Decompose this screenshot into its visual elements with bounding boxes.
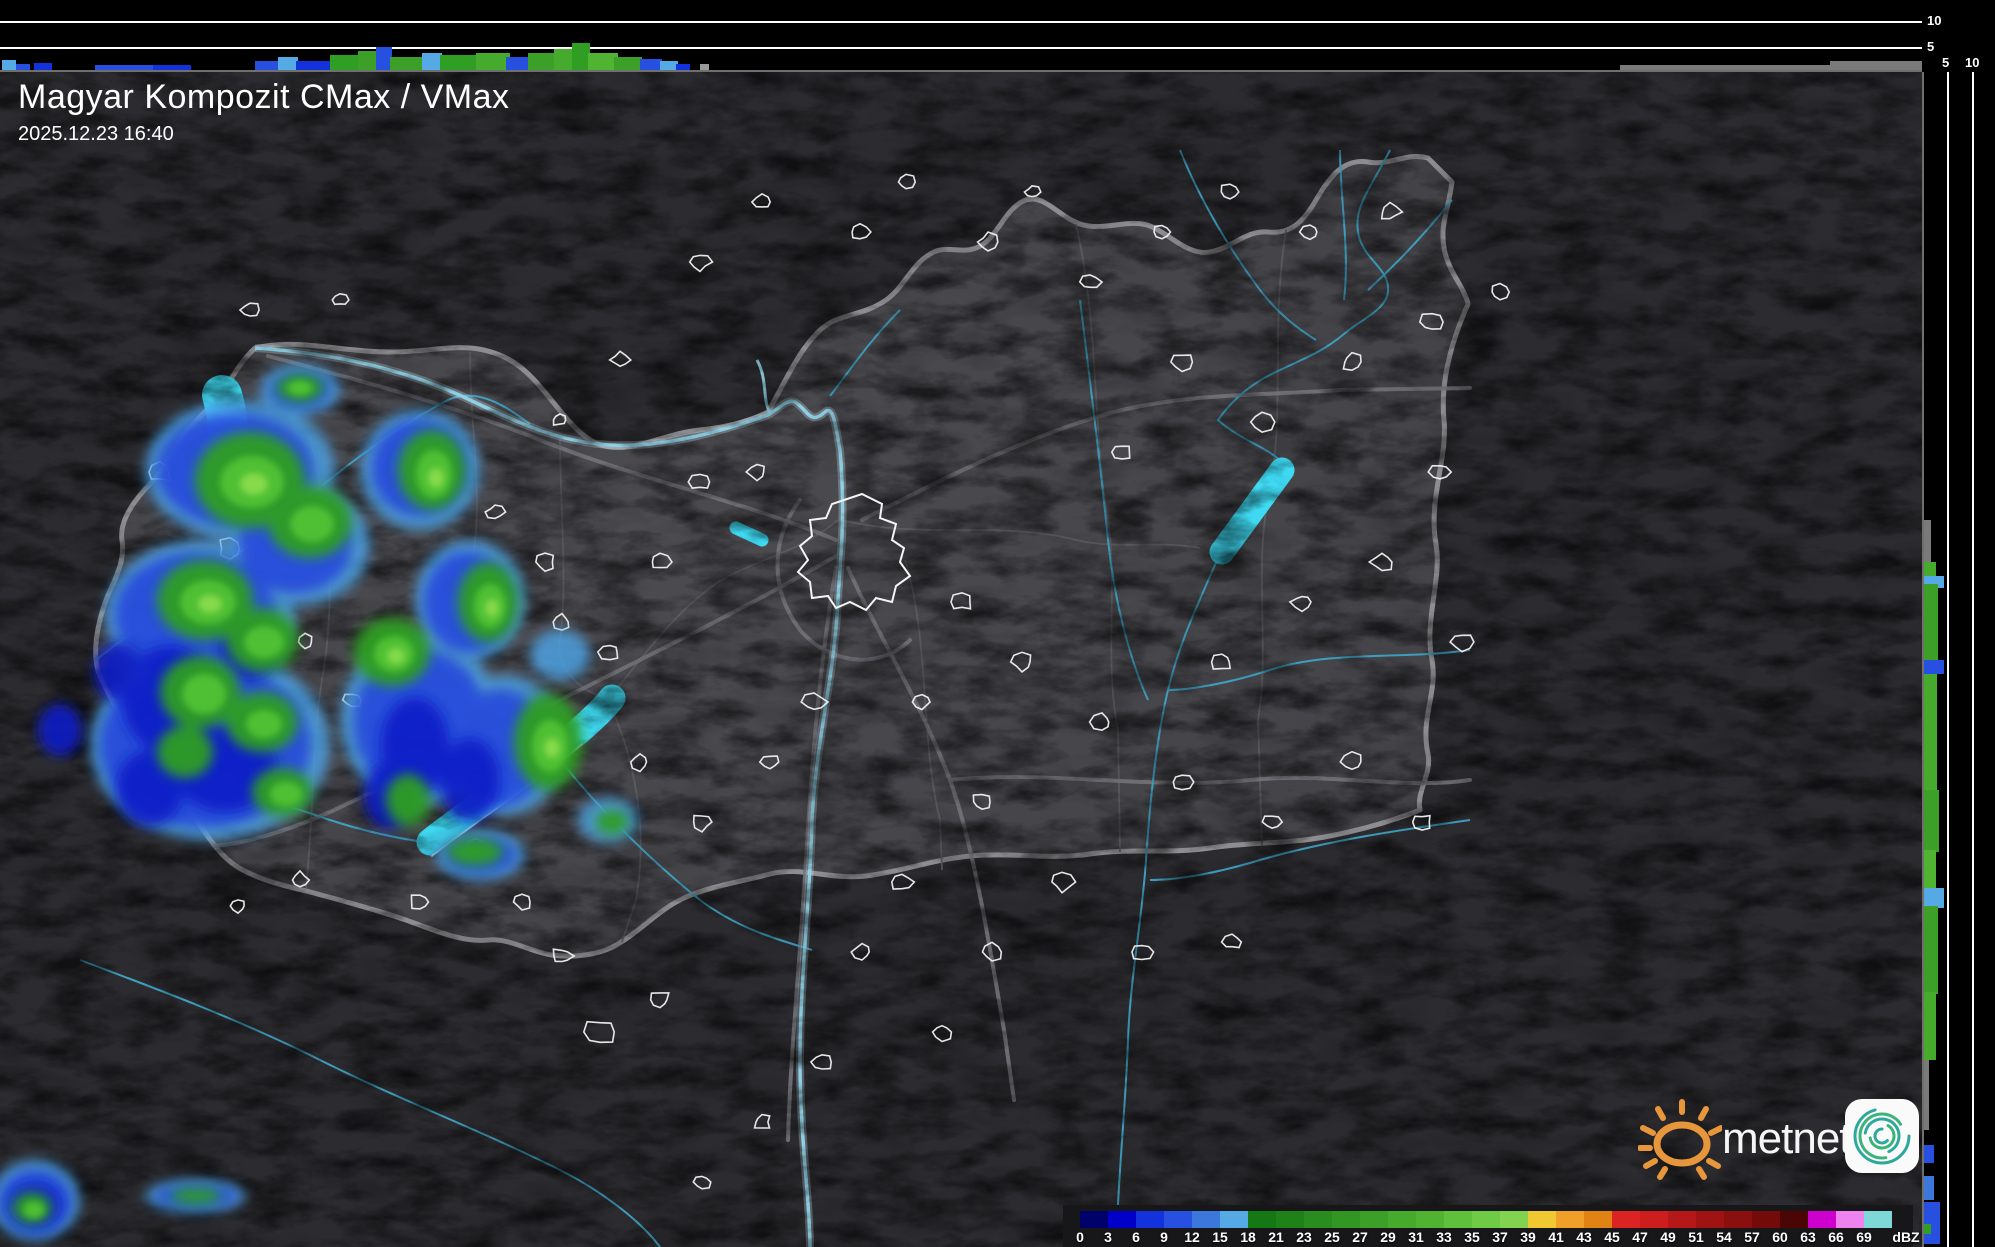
legend-swatch (1444, 1211, 1472, 1228)
km5-line (0, 47, 1922, 49)
legend-swatch (1192, 1211, 1220, 1228)
vmax-right-projection (1922, 72, 1995, 1247)
legend-swatch (1864, 1211, 1892, 1228)
echo-column (700, 64, 709, 70)
sun-icon (1638, 1099, 1722, 1180)
echo-row (1924, 1176, 1934, 1200)
legend-swatch (1472, 1211, 1500, 1228)
echo-column (422, 53, 442, 70)
map-canvas (0, 72, 1922, 1247)
legend-swatch (1584, 1211, 1612, 1228)
echo-row (1924, 584, 1938, 662)
legend-swatch (1360, 1211, 1388, 1228)
right-axis-label-10: 10 (1965, 55, 1980, 70)
echo-column (2, 60, 16, 70)
radar-screenshot: { "header": { "title": "Magyar Kompozit … (0, 0, 1995, 1247)
legend-swatch (1556, 1211, 1584, 1228)
legend-swatch (1808, 1211, 1836, 1228)
right-axis-label-5: 5 (1942, 55, 1950, 70)
radar-map (0, 72, 1922, 1247)
legend-swatch (1836, 1211, 1864, 1228)
echo-column (440, 55, 480, 70)
legend-swatch (1388, 1211, 1416, 1228)
title-block: Magyar Kompozit CMax / VMax 2025.12.23 1… (18, 78, 510, 146)
legend-swatch (1220, 1211, 1248, 1228)
timestamp: 2025.12.23 16:40 (18, 123, 174, 145)
echo-column (528, 53, 556, 70)
legend-swatch (1108, 1211, 1136, 1228)
km10-line (1972, 72, 1974, 1247)
echo-column (676, 64, 690, 70)
echo-row (1924, 1202, 1940, 1244)
ground-line (0, 70, 1922, 72)
vmax-top-projection (0, 0, 1922, 72)
echo-row (1924, 1145, 1934, 1163)
legend-swatch (1612, 1211, 1640, 1228)
legend-unit-label: dBZ (1892, 1229, 1920, 1245)
echo-column (614, 57, 642, 70)
echo-row (1924, 660, 1944, 674)
legend-swatch (1304, 1211, 1332, 1228)
metnet-logo: metnet (1638, 1096, 1922, 1180)
legend-swatch (1696, 1211, 1724, 1228)
echo-row (1924, 674, 1937, 792)
legend-swatch (1276, 1211, 1304, 1228)
legend-swatch (1752, 1211, 1780, 1228)
legend-swatch (1332, 1211, 1360, 1228)
echo-row (1924, 992, 1936, 1060)
legend-swatch (1500, 1211, 1528, 1228)
legend-swatch (1724, 1211, 1752, 1228)
legend-swatch (1248, 1211, 1276, 1228)
legend-swatch (1136, 1211, 1164, 1228)
echo-column (34, 63, 52, 70)
legend-swatch (1668, 1211, 1696, 1228)
top-axis-label-5: 5 (1927, 39, 1935, 54)
legend-tick-label: 69 (1856, 1229, 1872, 1245)
terrain-profile (1830, 61, 1922, 70)
top-axis-label-10: 10 (1927, 13, 1942, 28)
altitude-axis-corner: 10 5 5 10 (1922, 0, 1995, 72)
echo-row (1924, 850, 1936, 890)
echo-column (296, 61, 332, 70)
logo-wordmark: metnet (1722, 1114, 1852, 1163)
echo-column (95, 65, 153, 70)
legend-swatch (1780, 1211, 1808, 1228)
km5-line (1947, 72, 1949, 1247)
legend-swatch (1640, 1211, 1668, 1228)
spiral-app-icon (1845, 1099, 1919, 1173)
km10-line (0, 21, 1922, 23)
legend-swatch (1164, 1211, 1192, 1228)
echo-column (640, 59, 662, 70)
echo-row (1924, 888, 1944, 908)
echo-row (1924, 790, 1939, 852)
legend-swatch (1080, 1211, 1108, 1228)
legend-swatch (1416, 1211, 1444, 1228)
legend-swatch (1528, 1211, 1556, 1228)
echo-column (153, 65, 191, 70)
echo-column (476, 53, 510, 70)
dbz-color-scale: 0 3 6 9 12 15 18 21 23 25 27 29 31 33 35 37 39 41 43 45 47 49… (1063, 1205, 1920, 1247)
echo-row (1924, 906, 1938, 994)
echo-row (1924, 1224, 1931, 1234)
page-title: Magyar Kompozit CMax / VMax (18, 78, 510, 116)
echo-column (255, 61, 280, 70)
echo-column (278, 57, 298, 70)
echo-column (16, 64, 30, 70)
